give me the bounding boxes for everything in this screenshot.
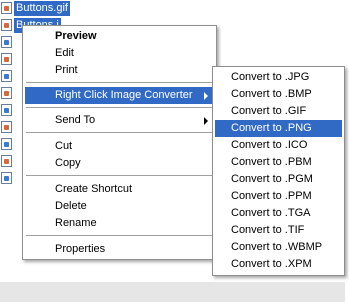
menu-item-properties[interactable]: Properties bbox=[25, 241, 214, 258]
submenu-item-convert-ppm[interactable]: Convert to .PPM bbox=[215, 188, 342, 205]
menu-item-create-shortcut[interactable]: Create Shortcut bbox=[25, 181, 214, 198]
menu-item-preview[interactable]: Preview bbox=[25, 28, 214, 45]
submenu-item-convert-jpg[interactable]: Convert to .JPG bbox=[215, 69, 342, 86]
desktop-stage: Buttons.gif Buttons.j bbox=[0, 0, 349, 305]
context-menu: Preview Edit Print Right Click Image Con… bbox=[22, 25, 217, 260]
menu-item-right-click-image-converter[interactable]: Right Click Image Converter bbox=[25, 87, 214, 104]
menu-item-print[interactable]: Print bbox=[25, 62, 214, 79]
image-file-icon bbox=[1, 155, 12, 167]
submenu-item-label: Convert to .PNG bbox=[231, 122, 312, 134]
image-file-icon bbox=[1, 19, 12, 31]
submenu-item-label: Convert to .PPM bbox=[231, 190, 312, 202]
menu-item-rename[interactable]: Rename bbox=[25, 215, 214, 232]
submenu-item-convert-gif[interactable]: Convert to .GIF bbox=[215, 103, 342, 120]
image-file-icon bbox=[1, 172, 12, 184]
menu-separator bbox=[26, 82, 213, 84]
image-file-icon bbox=[1, 138, 12, 150]
submenu-item-label: Convert to .TGA bbox=[231, 207, 311, 219]
submenu-item-label: Convert to .GIF bbox=[231, 105, 307, 117]
menu-separator bbox=[26, 235, 213, 237]
file-name: Buttons.gif bbox=[14, 1, 70, 16]
submenu-item-convert-bmp[interactable]: Convert to .BMP bbox=[215, 86, 342, 103]
submenu-item-label: Convert to .JPG bbox=[231, 71, 310, 83]
submenu-item-label: Convert to .BMP bbox=[231, 88, 312, 100]
image-file-icon bbox=[1, 2, 12, 14]
menu-item-copy[interactable]: Copy bbox=[25, 155, 214, 172]
menu-item-send-to[interactable]: Send To bbox=[25, 112, 214, 129]
submenu-item-convert-xpm[interactable]: Convert to .XPM bbox=[215, 256, 342, 273]
menu-item-label: Rename bbox=[55, 217, 97, 229]
converter-submenu: Convert to .JPG Convert to .BMP Convert … bbox=[212, 66, 345, 276]
menu-item-edit[interactable]: Edit bbox=[25, 45, 214, 62]
menu-item-label: Send To bbox=[55, 114, 96, 126]
menu-item-label: Right Click Image Converter bbox=[55, 89, 193, 101]
submenu-item-convert-wbmp[interactable]: Convert to .WBMP bbox=[215, 239, 342, 256]
submenu-item-convert-pbm[interactable]: Convert to .PBM bbox=[215, 154, 342, 171]
menu-item-label: Print bbox=[55, 64, 78, 76]
menu-separator bbox=[26, 132, 213, 134]
image-file-icon bbox=[1, 121, 12, 133]
menu-item-label: Delete bbox=[55, 200, 87, 212]
menu-item-label: Copy bbox=[55, 157, 81, 169]
menu-item-label: Preview bbox=[55, 30, 97, 42]
image-file-icon bbox=[1, 104, 12, 116]
submenu-arrow-icon bbox=[204, 92, 208, 100]
submenu-item-label: Convert to .PGM bbox=[231, 173, 313, 185]
menu-item-label: Create Shortcut bbox=[55, 183, 133, 195]
menu-separator bbox=[26, 175, 213, 177]
menu-item-label: Cut bbox=[55, 140, 73, 152]
submenu-item-convert-ico[interactable]: Convert to .ICO bbox=[215, 137, 342, 154]
file-row-selected[interactable]: Buttons.gif bbox=[0, 0, 80, 17]
image-file-icon bbox=[1, 87, 12, 99]
menu-item-delete[interactable]: Delete bbox=[25, 198, 214, 215]
submenu-item-label: Convert to .XPM bbox=[231, 258, 312, 270]
shadow-strip bbox=[0, 282, 345, 302]
submenu-item-label: Convert to .PBM bbox=[231, 156, 312, 168]
submenu-item-label: Convert to .TIF bbox=[231, 224, 305, 236]
menu-separator bbox=[26, 107, 213, 109]
image-file-icon bbox=[1, 70, 12, 82]
submenu-item-convert-tif[interactable]: Convert to .TIF bbox=[215, 222, 342, 239]
submenu-item-label: Convert to .WBMP bbox=[231, 241, 323, 253]
menu-item-cut[interactable]: Cut bbox=[25, 138, 214, 155]
image-file-icon bbox=[1, 53, 12, 65]
submenu-arrow-icon bbox=[204, 117, 208, 125]
menu-item-label: Properties bbox=[55, 243, 106, 255]
menu-item-label: Edit bbox=[55, 47, 74, 59]
submenu-item-label: Convert to .ICO bbox=[231, 139, 308, 151]
submenu-item-convert-png[interactable]: Convert to .PNG bbox=[215, 120, 342, 137]
submenu-item-convert-tga[interactable]: Convert to .TGA bbox=[215, 205, 342, 222]
submenu-item-convert-pgm[interactable]: Convert to .PGM bbox=[215, 171, 342, 188]
image-file-icon bbox=[1, 36, 12, 48]
